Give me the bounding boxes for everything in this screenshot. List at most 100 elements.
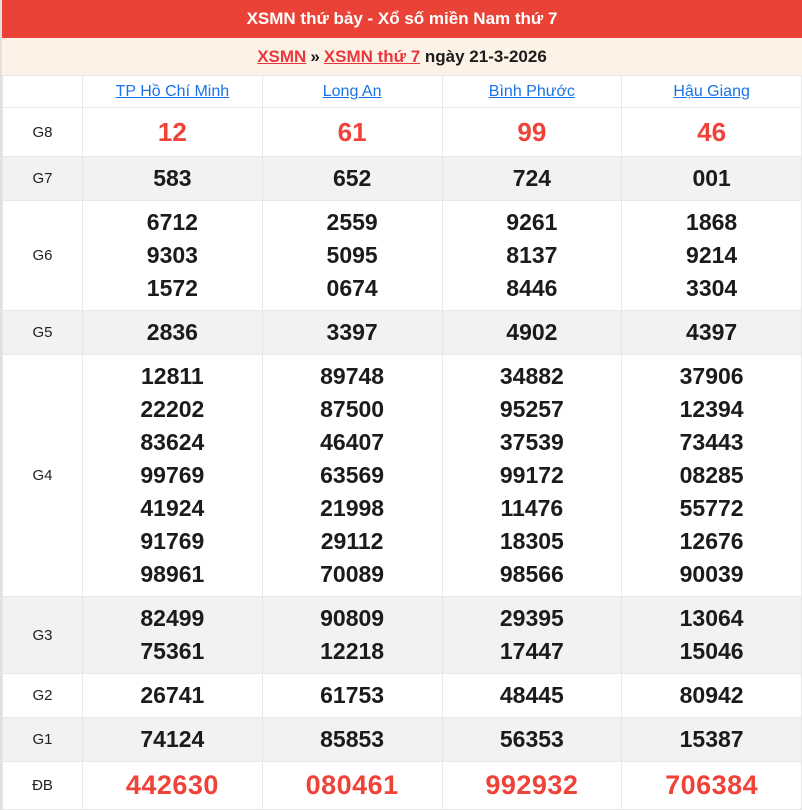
prize-cell: 4397 bbox=[622, 311, 802, 355]
prize-number: 12676 bbox=[622, 525, 801, 558]
prize-row-g5: G52836339749024397 bbox=[3, 311, 802, 355]
prize-number: 15387 bbox=[622, 723, 801, 756]
page-title: XSMN thứ bảy - Xổ số miền Nam thứ 7 bbox=[2, 0, 802, 38]
prize-cell: 48445 bbox=[442, 674, 622, 718]
prize-cell: 80942 bbox=[622, 674, 802, 718]
prize-number: 4397 bbox=[622, 316, 801, 349]
province-header: Long An bbox=[262, 76, 442, 108]
prize-cell: 442630 bbox=[83, 762, 263, 810]
prize-number: 98566 bbox=[443, 558, 622, 591]
prize-number: 63569 bbox=[263, 459, 442, 492]
prize-cell: 001 bbox=[622, 157, 802, 201]
prize-row-g2: G226741617534844580942 bbox=[3, 674, 802, 718]
prize-cell: 61753 bbox=[262, 674, 442, 718]
prize-cell: 12 bbox=[83, 108, 263, 157]
prize-number: 89748 bbox=[263, 360, 442, 393]
province-header-link[interactable]: TP Hồ Chí Minh bbox=[116, 83, 230, 100]
prize-label: G1 bbox=[3, 718, 83, 762]
prize-label: G2 bbox=[3, 674, 83, 718]
prize-number: 12218 bbox=[263, 635, 442, 668]
prize-cell: 706384 bbox=[622, 762, 802, 810]
prize-cell: 255950950674 bbox=[262, 201, 442, 311]
prize-number: 90809 bbox=[263, 602, 442, 635]
breadcrumb-link-xsmn[interactable]: XSMN bbox=[257, 47, 306, 66]
prize-cell: 37906123947344308285557721267690039 bbox=[622, 355, 802, 597]
prize-number: 74124 bbox=[83, 723, 262, 756]
prize-cell: 89748875004640763569219982911270089 bbox=[262, 355, 442, 597]
prize-cell: 1306415046 bbox=[622, 597, 802, 674]
prize-label: G4 bbox=[3, 355, 83, 597]
prize-number: 73443 bbox=[622, 426, 801, 459]
results-table: TP Hồ Chí Minh Long An Bình Phước Hậu Giang… bbox=[2, 75, 802, 810]
prize-number: 29112 bbox=[263, 525, 442, 558]
prize-cell: 74124 bbox=[83, 718, 263, 762]
province-header-link[interactable]: Hậu Giang bbox=[673, 83, 750, 100]
province-header: TP Hồ Chí Minh bbox=[83, 76, 263, 108]
prize-number: 98961 bbox=[83, 558, 262, 591]
prize-cell: 2939517447 bbox=[442, 597, 622, 674]
prize-cell: 46 bbox=[622, 108, 802, 157]
prize-number: 11476 bbox=[443, 492, 622, 525]
prize-cell: 8249975361 bbox=[83, 597, 263, 674]
breadcrumb-link-xsmn-thu-7[interactable]: XSMN thứ 7 bbox=[324, 47, 420, 66]
prize-number: 70089 bbox=[263, 558, 442, 591]
province-header-link[interactable]: Long An bbox=[323, 83, 382, 100]
prize-number: 75361 bbox=[83, 635, 262, 668]
prize-number: 9261 bbox=[443, 206, 622, 239]
prize-number: 652 bbox=[263, 162, 442, 195]
prize-number: 37539 bbox=[443, 426, 622, 459]
prize-number: 080461 bbox=[263, 767, 442, 804]
breadcrumb: XSMN»XSMN thứ 7 ngày 21-3-2026 bbox=[2, 38, 802, 75]
prize-number: 99172 bbox=[443, 459, 622, 492]
prize-number: 12394 bbox=[622, 393, 801, 426]
prize-number: 0674 bbox=[263, 272, 442, 305]
prize-number: 91769 bbox=[83, 525, 262, 558]
prize-row-g6: G667129303157225595095067492618137844618… bbox=[3, 201, 802, 311]
province-header-link[interactable]: Bình Phước bbox=[489, 83, 575, 100]
breadcrumb-separator: » bbox=[306, 47, 323, 66]
prize-number: 17447 bbox=[443, 635, 622, 668]
prize-number: 9303 bbox=[83, 239, 262, 272]
prize-cell: 4902 bbox=[442, 311, 622, 355]
prize-number: 4902 bbox=[443, 316, 622, 349]
prize-cell: 3397 bbox=[262, 311, 442, 355]
prize-cell: 9080912218 bbox=[262, 597, 442, 674]
prize-row-g7: G7583652724001 bbox=[3, 157, 802, 201]
prize-cell: 186892143304 bbox=[622, 201, 802, 311]
prize-number: 56353 bbox=[443, 723, 622, 756]
province-header-row: TP Hồ Chí Minh Long An Bình Phước Hậu Giang bbox=[3, 76, 802, 108]
prize-cell: 992932 bbox=[442, 762, 622, 810]
breadcrumb-date: ngày 21-3-2026 bbox=[425, 47, 547, 66]
prize-number: 12 bbox=[83, 113, 262, 151]
prize-number: 442630 bbox=[83, 767, 262, 804]
prize-cell: 652 bbox=[262, 157, 442, 201]
prize-number: 46407 bbox=[263, 426, 442, 459]
prize-number: 61753 bbox=[263, 679, 442, 712]
prize-number: 83624 bbox=[83, 426, 262, 459]
prize-cell: 34882952573753999172114761830598566 bbox=[442, 355, 622, 597]
prize-row-g3: G382499753619080912218293951744713064150… bbox=[3, 597, 802, 674]
corner-cell bbox=[3, 76, 83, 108]
prize-number: 3304 bbox=[622, 272, 801, 305]
prize-number: 48445 bbox=[443, 679, 622, 712]
prize-number: 8446 bbox=[443, 272, 622, 305]
prize-number: 37906 bbox=[622, 360, 801, 393]
prize-number: 6712 bbox=[83, 206, 262, 239]
prize-number: 99769 bbox=[83, 459, 262, 492]
prize-cell: 080461 bbox=[262, 762, 442, 810]
prize-row-g1: G174124858535635315387 bbox=[3, 718, 802, 762]
prize-number: 2836 bbox=[83, 316, 262, 349]
prize-row-db: ĐB442630080461992932706384 bbox=[3, 762, 802, 810]
prize-number: 21998 bbox=[263, 492, 442, 525]
prize-cell: 15387 bbox=[622, 718, 802, 762]
prize-number: 001 bbox=[622, 162, 801, 195]
prize-number: 18305 bbox=[443, 525, 622, 558]
prize-number: 706384 bbox=[622, 767, 801, 804]
prize-cell: 671293031572 bbox=[83, 201, 263, 311]
prize-cell: 12811222028362499769419249176998961 bbox=[83, 355, 263, 597]
prize-number: 13064 bbox=[622, 602, 801, 635]
prize-number: 08285 bbox=[622, 459, 801, 492]
province-header: Bình Phước bbox=[442, 76, 622, 108]
prize-number: 8137 bbox=[443, 239, 622, 272]
prize-label: G5 bbox=[3, 311, 83, 355]
